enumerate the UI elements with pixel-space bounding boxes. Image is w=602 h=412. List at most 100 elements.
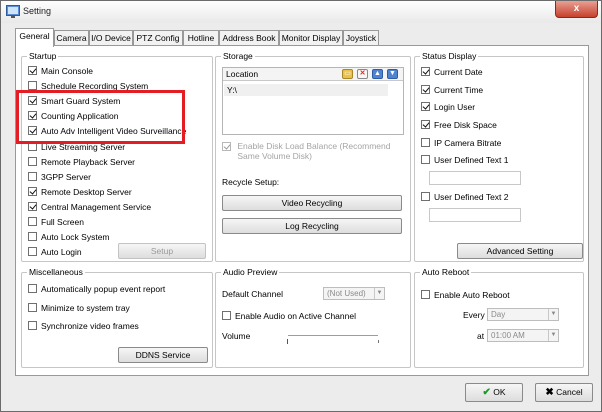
storage-location-list[interactable]: Location ▭ ✕ ▲ ▼ Y:\ xyxy=(222,67,404,135)
checkbox-user-text-1[interactable]: User Defined Text 1 xyxy=(421,154,509,166)
setup-button[interactable]: Setup xyxy=(118,243,206,259)
checkbox-box xyxy=(28,157,37,167)
volume-slider-handle[interactable] xyxy=(287,339,288,344)
advanced-setting-button[interactable]: Advanced Setting xyxy=(457,243,583,259)
checkbox-minimize-tray[interactable]: Minimize to system tray xyxy=(28,302,130,314)
miscellaneous-title: Miscellaneous xyxy=(27,267,85,278)
checkbox-main-console[interactable]: Main Console xyxy=(28,65,93,77)
startup-title: Startup xyxy=(27,51,59,62)
checkbox-box xyxy=(28,202,37,212)
annotation-highlight xyxy=(16,90,185,144)
list-item[interactable]: Y:\ xyxy=(224,84,388,96)
tab-monitor-display[interactable]: Monitor Display xyxy=(279,30,343,46)
checkbox-auto-login[interactable]: Auto Login xyxy=(28,246,82,258)
log-recycling-button[interactable]: Log Recycling xyxy=(222,218,402,234)
checkbox-box xyxy=(28,284,37,294)
checkbox-box xyxy=(421,138,430,148)
checkbox-box xyxy=(421,192,430,202)
volume-label: Volume xyxy=(222,331,251,341)
checkbox-box xyxy=(421,102,430,112)
checkbox-box xyxy=(28,232,37,242)
checkbox-auto-lock[interactable]: Auto Lock System xyxy=(28,231,110,243)
audio-preview-title: Audio Preview xyxy=(221,267,280,278)
tab-ptz-config[interactable]: PTZ Config xyxy=(133,30,183,46)
checkbox-popup-event-report[interactable]: Automatically popup event report xyxy=(28,283,165,295)
checkbox-box xyxy=(421,67,430,77)
checkbox-3gpp-server[interactable]: 3GPP Server xyxy=(28,171,91,183)
tab-camera[interactable]: Camera xyxy=(54,30,89,46)
check-icon: ✔ xyxy=(482,387,491,398)
user-text-2-input[interactable] xyxy=(429,208,521,222)
checkbox-enable-auto-reboot[interactable]: Enable Auto Reboot xyxy=(421,289,510,301)
audio-preview-group: Audio Preview Default Channel (Not Used)… xyxy=(215,267,411,368)
tab-joystick[interactable]: Joystick xyxy=(343,30,379,46)
ok-button[interactable]: ✔ OK xyxy=(465,383,523,402)
chevron-down-icon: ▼ xyxy=(374,288,384,299)
checkbox-box xyxy=(421,155,430,165)
chevron-down-icon: ▼ xyxy=(548,309,558,320)
checkbox-box xyxy=(28,303,37,313)
checkbox-current-time[interactable]: Current Time xyxy=(421,84,483,96)
status-display-group: Status Display Current Date Current Time… xyxy=(414,51,584,262)
checkbox-ip-camera-bitrate[interactable]: IP Camera Bitrate xyxy=(421,137,501,149)
cancel-button[interactable]: ✖ Cancel xyxy=(535,383,593,402)
folder-icon[interactable]: ▭ xyxy=(342,69,353,79)
checkbox-box xyxy=(28,321,37,331)
checkbox-enable-audio[interactable]: Enable Audio on Active Channel xyxy=(222,310,356,322)
checkbox-central-management[interactable]: Central Management Service xyxy=(28,201,151,213)
arrow-down-icon[interactable]: ▼ xyxy=(387,69,398,79)
ddns-service-button[interactable]: DDNS Service xyxy=(118,347,208,363)
default-channel-select[interactable]: (Not Used) ▼ xyxy=(323,287,385,300)
video-recycling-button[interactable]: Video Recycling xyxy=(222,195,402,211)
default-channel-label: Default Channel xyxy=(222,289,283,299)
checkbox-free-disk-space[interactable]: Free Disk Space xyxy=(421,119,497,131)
at-label: at xyxy=(477,331,485,341)
checkbox-box xyxy=(222,142,231,151)
checkbox-remote-playback[interactable]: Remote Playback Server xyxy=(28,156,135,168)
recycle-setup-label: Recycle Setup: xyxy=(222,177,280,187)
cross-icon: ✖ xyxy=(545,387,554,398)
startup-group: Startup Main Console Schedule Recording … xyxy=(21,51,213,262)
arrow-up-icon[interactable]: ▲ xyxy=(372,69,383,79)
tab-io-device[interactable]: I/O Device xyxy=(89,30,133,46)
reboot-every-select[interactable]: Day ▼ xyxy=(487,308,559,321)
tab-general[interactable]: General xyxy=(15,28,54,47)
checkbox-login-user[interactable]: Login User xyxy=(421,101,475,113)
tab-hotline[interactable]: Hotline xyxy=(183,30,219,46)
checkbox-box xyxy=(28,247,37,257)
checkbox-full-screen[interactable]: Full Screen xyxy=(28,216,84,228)
delete-icon[interactable]: ✕ xyxy=(357,69,368,79)
checkbox-box xyxy=(222,311,231,321)
checkbox-box xyxy=(421,120,430,130)
checkbox-box xyxy=(28,66,37,76)
checkbox-box xyxy=(28,187,37,197)
tab-address-book[interactable]: Address Book xyxy=(219,30,279,46)
checkbox-disk-load-balance[interactable]: Enable Disk Load Balance (Recommend Same… xyxy=(222,141,397,161)
checkbox-remote-desktop[interactable]: Remote Desktop Server xyxy=(28,186,132,198)
checkbox-box xyxy=(28,217,37,227)
close-button[interactable]: x xyxy=(555,1,598,18)
checkbox-box xyxy=(421,85,430,95)
location-column-header: Location ▭ ✕ ▲ ▼ xyxy=(223,68,403,81)
reboot-time-select[interactable]: 01:00 AM ▼ xyxy=(487,329,559,342)
chevron-down-icon: ▼ xyxy=(548,330,558,341)
checkbox-box xyxy=(421,290,430,300)
checkbox-box xyxy=(28,81,37,91)
settings-window: Setting x General Camera I/O Device PTZ … xyxy=(0,0,602,412)
storage-group: Storage Location ▭ ✕ ▲ ▼ Y:\ Enable Disk… xyxy=(215,51,411,262)
title-bar: Setting x xyxy=(1,1,601,23)
checkbox-sync-video-frames[interactable]: Synchronize video frames xyxy=(28,320,139,332)
window-title: Setting xyxy=(23,6,52,16)
checkbox-user-text-2[interactable]: User Defined Text 2 xyxy=(421,191,509,203)
volume-tick xyxy=(378,340,379,343)
checkbox-current-date[interactable]: Current Date xyxy=(421,66,483,78)
status-display-title: Status Display xyxy=(420,51,479,62)
storage-title: Storage xyxy=(221,51,255,62)
auto-reboot-title: Auto Reboot xyxy=(420,267,472,278)
every-label: Every xyxy=(463,310,485,320)
app-icon xyxy=(6,5,20,18)
miscellaneous-group: Miscellaneous Automatically popup event … xyxy=(21,267,213,368)
user-text-1-input[interactable] xyxy=(429,171,521,185)
checkbox-box xyxy=(28,172,37,182)
volume-slider[interactable] xyxy=(288,335,378,337)
